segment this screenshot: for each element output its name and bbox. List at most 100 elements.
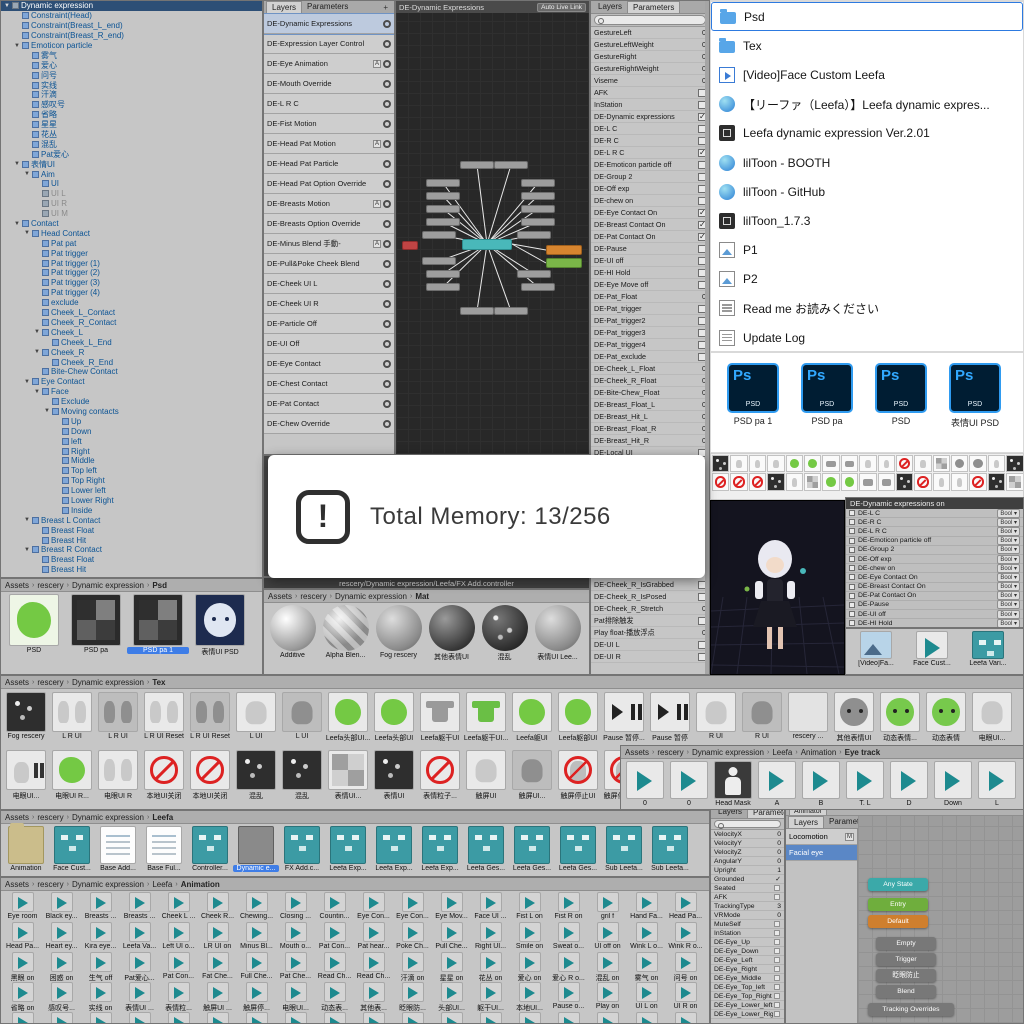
parameter-row[interactable]: DE-R C xyxy=(591,135,709,147)
animation-clip-item[interactable]: Poke Ch... xyxy=(393,922,432,950)
parameter-row[interactable]: DE-Cheek_R_Stretch0 xyxy=(591,603,709,615)
state-node[interactable] xyxy=(494,161,528,169)
facial-state-gray[interactable]: Tracking Overrides xyxy=(868,1003,954,1016)
hand-thumbnail[interactable] xyxy=(933,473,950,490)
animation-clip-item[interactable]: UI R on xyxy=(666,982,705,1010)
layer-settings-gear-icon[interactable] xyxy=(383,260,391,268)
hand-thumbnail[interactable] xyxy=(786,473,803,490)
animation-clip-item[interactable]: Closing ... xyxy=(276,892,315,920)
state-node[interactable] xyxy=(517,231,551,239)
parameter-row[interactable]: InStation xyxy=(591,99,709,111)
asset-item[interactable]: Fog rescery xyxy=(3,692,49,740)
parameter-row[interactable]: DE-Cheek_L_Float0 xyxy=(591,363,709,375)
state-node[interactable] xyxy=(521,179,555,187)
hierarchy-item[interactable]: Lower left xyxy=(1,486,262,496)
checklist-row[interactable]: DE-R CBool ▾ xyxy=(846,518,1023,527)
runtime-parameter-row[interactable]: VelocityX0 xyxy=(711,830,784,839)
layer-settings-gear-icon[interactable] xyxy=(383,220,391,228)
ban-thumbnail[interactable] xyxy=(914,473,931,490)
animation-clip-item[interactable]: Mouth o... xyxy=(276,922,315,950)
parameters-search-input[interactable] xyxy=(594,15,706,25)
animation-clip-item[interactable] xyxy=(81,1012,120,1024)
animation-clip-item[interactable]: Pat Che... xyxy=(276,952,315,980)
animation-clip-item[interactable] xyxy=(471,1012,510,1024)
layer-settings-gear-icon[interactable] xyxy=(383,380,391,388)
runtime-parameter-row[interactable]: AngularY0 xyxy=(711,857,784,866)
asset-item[interactable]: Leefa Exp... xyxy=(325,826,371,872)
animation-clip-item[interactable]: 触屏UI ... xyxy=(198,982,237,1013)
asset-item[interactable]: Leefa躯UI xyxy=(509,692,555,743)
animator-layer-row[interactable]: DE-Dynamic Expressions xyxy=(264,14,394,34)
parameters-scrollbar[interactable] xyxy=(705,1,709,674)
psd-file[interactable]: PsPSDPSD pa xyxy=(797,363,857,426)
param-type-dropdown[interactable]: Bool ▾ xyxy=(997,518,1020,527)
parameter-row[interactable]: GestureRightWeight0 xyxy=(591,63,709,75)
layer-settings-gear-icon[interactable] xyxy=(383,40,391,48)
runtime-parameter-row[interactable]: DE-Eye_Top_Right xyxy=(711,992,784,1001)
checklist-checkbox[interactable] xyxy=(849,510,855,516)
animation-clip-item[interactable]: 雾气 on xyxy=(627,952,666,983)
asset-item[interactable]: 本地UI关闭 xyxy=(187,750,233,801)
asset-item[interactable]: 动态表情... xyxy=(877,692,923,743)
animation-clip-item[interactable]: Eye room xyxy=(3,892,42,920)
asset-item[interactable]: Pause 暂停... xyxy=(601,692,647,743)
asset-item[interactable]: L R UI xyxy=(49,692,95,740)
animator-layer-row[interactable]: DE-Head Pat Particle xyxy=(264,154,394,174)
asset-item[interactable]: 电眼UI... xyxy=(3,750,49,801)
asset-item[interactable]: Additive xyxy=(266,605,319,659)
parameter-row[interactable]: DE-Bite-Chew_Float0 xyxy=(591,387,709,399)
breadcrumb-item[interactable]: Dynamic expression xyxy=(72,813,144,822)
animation-clip-item[interactable]: 问号 on xyxy=(666,952,705,983)
checklist-checkbox[interactable] xyxy=(849,602,855,608)
hierarchy-item[interactable]: Pat trigger (3) xyxy=(1,278,262,288)
orange-state-node[interactable] xyxy=(546,245,582,255)
breadcrumb-item[interactable]: rescery xyxy=(37,581,63,590)
animator-layer-row[interactable]: DE-Cheek UI R xyxy=(264,294,394,314)
layer-settings-gear-icon[interactable] xyxy=(383,320,391,328)
state-node[interactable] xyxy=(426,179,460,187)
breadcrumb-item[interactable]: Psd xyxy=(152,581,167,590)
grid-thumbnail[interactable] xyxy=(804,473,821,490)
foldout-arrow[interactable]: ▼ xyxy=(24,230,32,236)
animation-clip-item[interactable] xyxy=(666,1012,705,1024)
runtime-parameter-row[interactable]: DE-Eye_Top_left xyxy=(711,983,784,992)
asset-item[interactable]: 混乱 xyxy=(478,605,531,662)
state-node[interactable] xyxy=(521,192,555,200)
asset-item[interactable]: L xyxy=(975,761,1019,807)
graph-grid[interactable] xyxy=(396,13,589,454)
checklist-row[interactable]: DE-Breast Contact OnBool ▾ xyxy=(846,583,1023,592)
animation-clip-item[interactable]: Breasts ... xyxy=(120,892,159,920)
animation-clip-item[interactable] xyxy=(237,1012,276,1024)
animation-clip-item[interactable]: 其他表... xyxy=(354,982,393,1013)
hierarchy-item[interactable]: Breast Hit xyxy=(1,535,262,545)
animation-clip-item[interactable]: Pat爱心... xyxy=(120,952,159,983)
animation-clip-item[interactable]: Face UI ... xyxy=(471,892,510,920)
ban-thumbnail[interactable] xyxy=(730,473,747,490)
ban-thumbnail[interactable] xyxy=(712,473,729,490)
parameter-row[interactable]: DE-Pat_trigger4 xyxy=(591,339,709,351)
runtime-parameter-row[interactable]: VRMode0 xyxy=(711,911,784,920)
asset-item[interactable]: 混乱 xyxy=(279,750,325,801)
breadcrumb-item[interactable]: Dynamic expression xyxy=(72,880,144,889)
runtime-parameter-row[interactable]: DE-Eye_Right xyxy=(711,965,784,974)
asset-item[interactable]: 其他表情UI xyxy=(831,692,877,743)
asset-item[interactable]: Leefa Ges... xyxy=(509,826,555,872)
parameters-tab-parameters[interactable]: Parameters xyxy=(627,1,680,13)
animation-clip-item[interactable]: UI off on xyxy=(588,922,627,950)
animation-clip-item[interactable]: Read Ch... xyxy=(354,952,393,980)
asset-item[interactable]: L R UI Reset xyxy=(187,692,233,740)
breadcrumb-item[interactable]: Dynamic expression xyxy=(692,748,764,757)
checklist-checkbox[interactable] xyxy=(849,620,855,626)
animation-clip-item[interactable] xyxy=(549,1012,588,1024)
facial-state-gray[interactable]: 眨眼防止 xyxy=(876,969,936,982)
state-node[interactable] xyxy=(426,283,460,291)
breadcrumb-item[interactable]: Assets xyxy=(5,581,29,590)
breadcrumb-item[interactable]: Assets xyxy=(5,678,29,687)
green-state-node[interactable] xyxy=(546,258,582,268)
hand-thumbnail[interactable] xyxy=(988,455,1005,472)
ban-thumbnail[interactable] xyxy=(969,473,986,490)
animation-clip-item[interactable] xyxy=(3,1012,42,1024)
animator-layer-row[interactable]: DE-Eye AnimationA xyxy=(264,54,394,74)
animation-clip-item[interactable]: Left UI o... xyxy=(159,922,198,950)
asset-item[interactable]: PSD xyxy=(3,594,65,654)
